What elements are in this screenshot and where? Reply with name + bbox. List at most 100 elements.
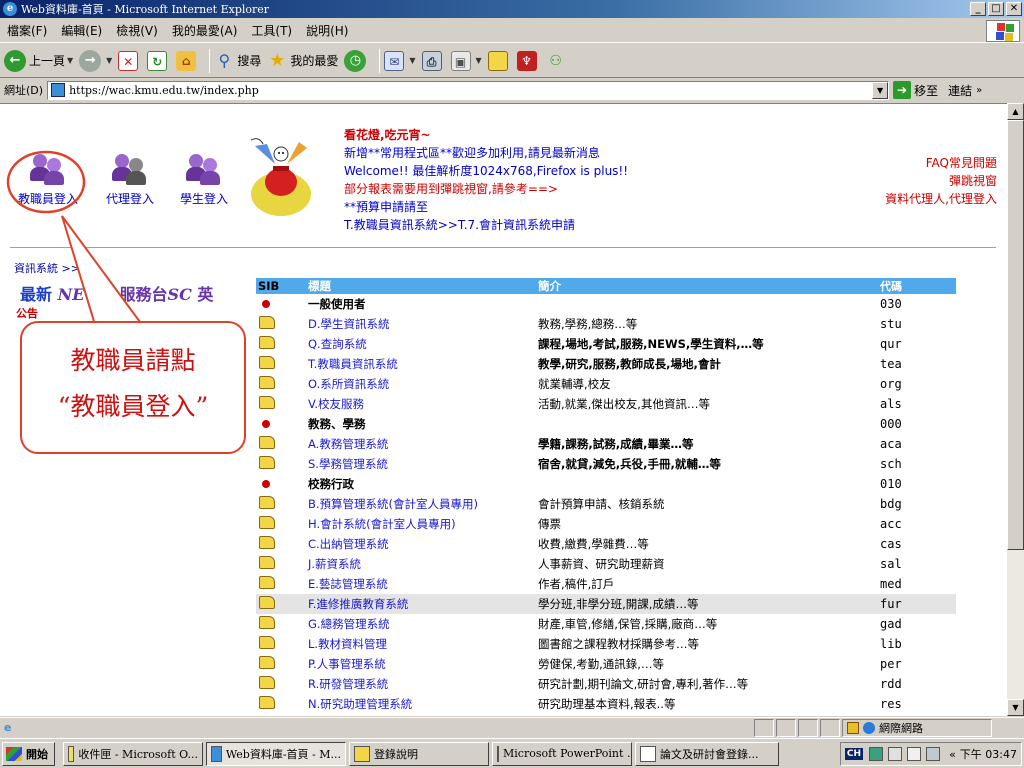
table-row[interactable]: B.預算管理系統(會計室人員專用) 會計預算申請、核銷系統 bdg — [256, 494, 956, 514]
table-row[interactable]: N.研究助理管理系統 研究助理基本資料,報表..等 res — [256, 694, 956, 714]
menu-view[interactable]: 檢視(V) — [109, 22, 165, 39]
more-chevron-icon[interactable]: » — [976, 85, 982, 96]
table-row[interactable]: D.學生資訊系統 教務,學務,總務…等 stu — [256, 314, 956, 334]
stop-button[interactable]: ✕ — [118, 50, 141, 71]
menu-help[interactable]: 說明(H) — [299, 22, 355, 39]
go-button[interactable]: ➔ 移至 — [893, 81, 938, 99]
table-row[interactable]: V.校友服務 活動,就業,傑出校友,其他資訊…等 als — [256, 394, 956, 414]
address-input[interactable]: https://wac.kmu.edu.tw/index.php ▼ — [47, 80, 890, 100]
row-title[interactable]: A.教務管理系統 — [308, 436, 538, 452]
header-title: 標題 — [308, 279, 331, 293]
search-button[interactable]: ⚲ 搜尋 — [214, 51, 261, 71]
maximize-button[interactable]: □ — [988, 2, 1004, 16]
staff-login-link[interactable]: 教職員登入 — [10, 152, 86, 207]
row-title[interactable]: D.學生資訊系統 — [308, 316, 538, 332]
announcement-line[interactable]: T.教職員資訊系統>>T.7.會計資訊系統申請 — [344, 216, 628, 234]
row-title[interactable]: S.學務管理系統 — [308, 456, 538, 472]
faq-link[interactable]: FAQ常見問題 — [885, 154, 997, 172]
table-row[interactable]: L.教材資料管理 圖書館之課程教材採購參考…等 lib — [256, 634, 956, 654]
row-title[interactable]: L.教材資料管理 — [308, 636, 538, 652]
history-button[interactable]: ◷ — [344, 49, 369, 72]
clock: 下午 03:47 — [959, 748, 1017, 761]
tab-english[interactable]: 英 — [197, 285, 213, 304]
forward-button[interactable]: → ▼ — [79, 49, 112, 72]
table-row[interactable]: P.人事管理系統 勞健保,考勤,通訊錄,…等 per — [256, 654, 956, 674]
menu-favorites[interactable]: 我的最愛(A) — [165, 22, 245, 39]
back-button[interactable]: ← 上一頁 ▼ — [4, 49, 73, 72]
menu-edit[interactable]: 編輯(E) — [54, 22, 109, 39]
task-powerpoint[interactable]: Microsoft PowerPoint ... — [492, 741, 632, 766]
student-login-link[interactable]: 學生登入 — [172, 152, 236, 207]
announcement-line[interactable]: 部分報表需要用到彈跳視窗,請參考==> — [344, 180, 628, 198]
tray-icon[interactable] — [888, 747, 903, 761]
task-folder[interactable]: 登錄說明 — [349, 741, 489, 766]
announcement-line[interactable]: 新增**常用程式區**歡迎多加利用,請見最新消息 — [344, 144, 628, 162]
scroll-thumb[interactable] — [1007, 120, 1024, 550]
row-title[interactable]: C.出納管理系統 — [308, 536, 538, 552]
favorites-button[interactable]: ★ 我的最愛 — [267, 50, 338, 71]
history-icon: ◷ — [344, 49, 367, 72]
row-title[interactable]: E.藝誌管理系統 — [308, 576, 538, 592]
tab-service-desk[interactable]: 服務台 — [120, 285, 168, 304]
menu-file[interactable]: 檔案(F) — [0, 22, 54, 39]
table-row[interactable]: R.研發管理系統 研究計劃,期刊論文,研討會,專利,著作…等 rdd — [256, 674, 956, 694]
people-button[interactable]: ⚇ — [546, 51, 569, 71]
table-row[interactable]: J.薪資系統 人事薪資、研究助理薪資 sal — [256, 554, 956, 574]
mail-button[interactable]: ✉ ▼ — [384, 50, 416, 71]
table-row[interactable]: O.系所資訊系統 就業輔導,校友 org — [256, 374, 956, 394]
tab-sc[interactable]: SC — [168, 285, 192, 304]
table-row[interactable]: C.出納管理系統 收費,繳費,學雜費…等 cas — [256, 534, 956, 554]
proxy-login-link[interactable]: 代理登入 — [98, 152, 162, 207]
tray-icon[interactable] — [907, 747, 922, 761]
links-button[interactable]: 連結 — [948, 82, 972, 99]
row-title[interactable]: G.總務管理系統 — [308, 616, 538, 632]
ime-indicator[interactable]: CH — [844, 748, 864, 760]
folder-button[interactable] — [487, 50, 511, 71]
tab-news[interactable]: 最新 — [20, 285, 52, 304]
row-title[interactable]: F.進修推廣教育系統 — [308, 596, 538, 612]
refresh-button[interactable]: ↻ — [147, 50, 170, 71]
row-title[interactable]: N.研究助理管理系統 — [308, 696, 538, 712]
tray-icon[interactable] — [926, 747, 941, 761]
vertical-scrollbar[interactable]: ▲ ▼ — [1007, 103, 1024, 716]
row-title[interactable]: Q.查詢系統 — [308, 336, 538, 352]
tray-expand-icon[interactable]: « — [949, 748, 956, 761]
row-title[interactable]: V.校友服務 — [308, 396, 538, 412]
table-row[interactable]: A.教務管理系統 學籍,課務,試務,成績,畢業…等 aca — [256, 434, 956, 454]
row-title[interactable]: H.會計系統(會計室人員專用) — [308, 516, 538, 532]
home-button[interactable]: ⌂ — [176, 50, 199, 71]
chevron-down-icon: ▼ — [475, 56, 482, 65]
messenger-button[interactable]: ♆ — [516, 50, 540, 71]
announcement-block: 看花燈,吃元宵~ 新增**常用程式區**歡迎多加利用,請見最新消息 Welcom… — [344, 126, 628, 234]
table-row[interactable]: G.總務管理系統 財產,車管,修繕,保管,採購,廠商…等 gad — [256, 614, 956, 634]
table-row[interactable]: H.會計系統(會計室人員專用) 傳票 acc — [256, 514, 956, 534]
row-title[interactable]: J.薪資系統 — [308, 556, 538, 572]
address-dropdown-button[interactable]: ▼ — [872, 81, 889, 99]
start-button[interactable]: 開始 — [2, 741, 55, 766]
menu-tools[interactable]: 工具(T) — [244, 22, 299, 39]
proxy-agent-link[interactable]: 資料代理人,代理登入 — [885, 190, 997, 208]
table-category-row: 教務、學務 000 — [256, 414, 956, 434]
task-ie[interactable]: Web資料庫-首頁 - M... — [206, 741, 346, 766]
task-document[interactable]: 論文及研討會登錄... — [635, 741, 779, 766]
tray-icon[interactable] — [869, 747, 884, 761]
table-row[interactable]: T.教職員資訊系統 教學,研究,服務,教師成長,場地,會計 tea — [256, 354, 956, 374]
row-title[interactable]: P.人事管理系統 — [308, 656, 538, 672]
table-row[interactable]: F.進修推廣教育系統 學分班,非學分班,開課,成績…等 fur — [256, 594, 956, 614]
edit-button[interactable]: ▣ ▼ — [450, 50, 482, 71]
row-title[interactable]: R.研發管理系統 — [308, 676, 538, 692]
row-title[interactable]: O.系所資訊系統 — [308, 376, 538, 392]
table-row[interactable]: E.藝誌管理系統 作者,稿件,訂戶 med — [256, 574, 956, 594]
minimize-button[interactable]: _ — [970, 2, 986, 16]
popup-link[interactable]: 彈跳視窗 — [885, 172, 997, 190]
table-row[interactable]: S.學務管理系統 宿舍,就貸,減免,兵役,手冊,就輔…等 sch — [256, 454, 956, 474]
close-button[interactable]: ✕ — [1006, 2, 1022, 16]
scroll-up-button[interactable]: ▲ — [1007, 103, 1024, 120]
scroll-down-button[interactable]: ▼ — [1007, 699, 1024, 716]
row-title[interactable]: B.預算管理系統(會計室人員專用) — [308, 496, 538, 512]
task-outlook[interactable]: 收件匣 - Microsoft O... — [63, 741, 203, 766]
tab-news-en[interactable]: NEWS — [58, 285, 114, 304]
row-title[interactable]: T.教職員資訊系統 — [308, 356, 538, 372]
table-row[interactable]: Q.查詢系統 課程,場地,考試,服務,NEWS,學生資料,…等 qur — [256, 334, 956, 354]
print-button[interactable]: ⎙ — [421, 50, 445, 71]
